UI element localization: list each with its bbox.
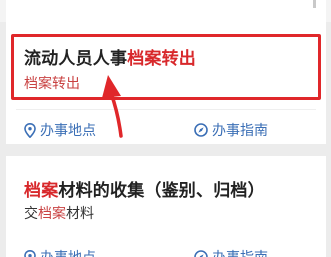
location-pin-icon	[24, 122, 36, 138]
location-label: 办事地点	[40, 247, 96, 257]
guide-link[interactable]: 办事指南	[194, 247, 268, 257]
scrollbar-thumb[interactable]	[313, 0, 316, 8]
subtitle-text: 材料	[66, 206, 94, 222]
divider	[16, 109, 316, 110]
title-text: 材料的收集（鉴别、归档）	[58, 181, 265, 201]
location-link[interactable]: 办事地点	[24, 247, 96, 257]
compass-icon	[194, 123, 208, 137]
guide-label: 办事指南	[212, 123, 268, 139]
result-title[interactable]: 档案材料的收集（鉴别、归档）	[24, 176, 265, 201]
subtitle-keyword: 档案	[38, 206, 66, 222]
title-keyword: 档案	[24, 181, 59, 201]
location-link[interactable]: 办事地点	[24, 120, 96, 140]
location-label: 办事地点	[40, 123, 96, 139]
search-result-card[interactable]: 档案材料的收集（鉴别、归档） 交档案材料 办事地点 办事指南	[6, 156, 326, 257]
subtitle-text: 交	[24, 206, 38, 222]
location-pin-icon	[24, 249, 36, 257]
result-subtitle: 交档案材料	[24, 203, 94, 223]
guide-link[interactable]: 办事指南	[194, 120, 268, 140]
highlight-annotation-box	[11, 34, 321, 100]
previous-result-card	[6, 0, 326, 22]
search-result-card[interactable]: 流动人员人事档案转出 档案转出 办事地点 办事指南	[6, 22, 326, 144]
guide-label: 办事指南	[212, 247, 268, 257]
compass-icon	[194, 250, 208, 257]
